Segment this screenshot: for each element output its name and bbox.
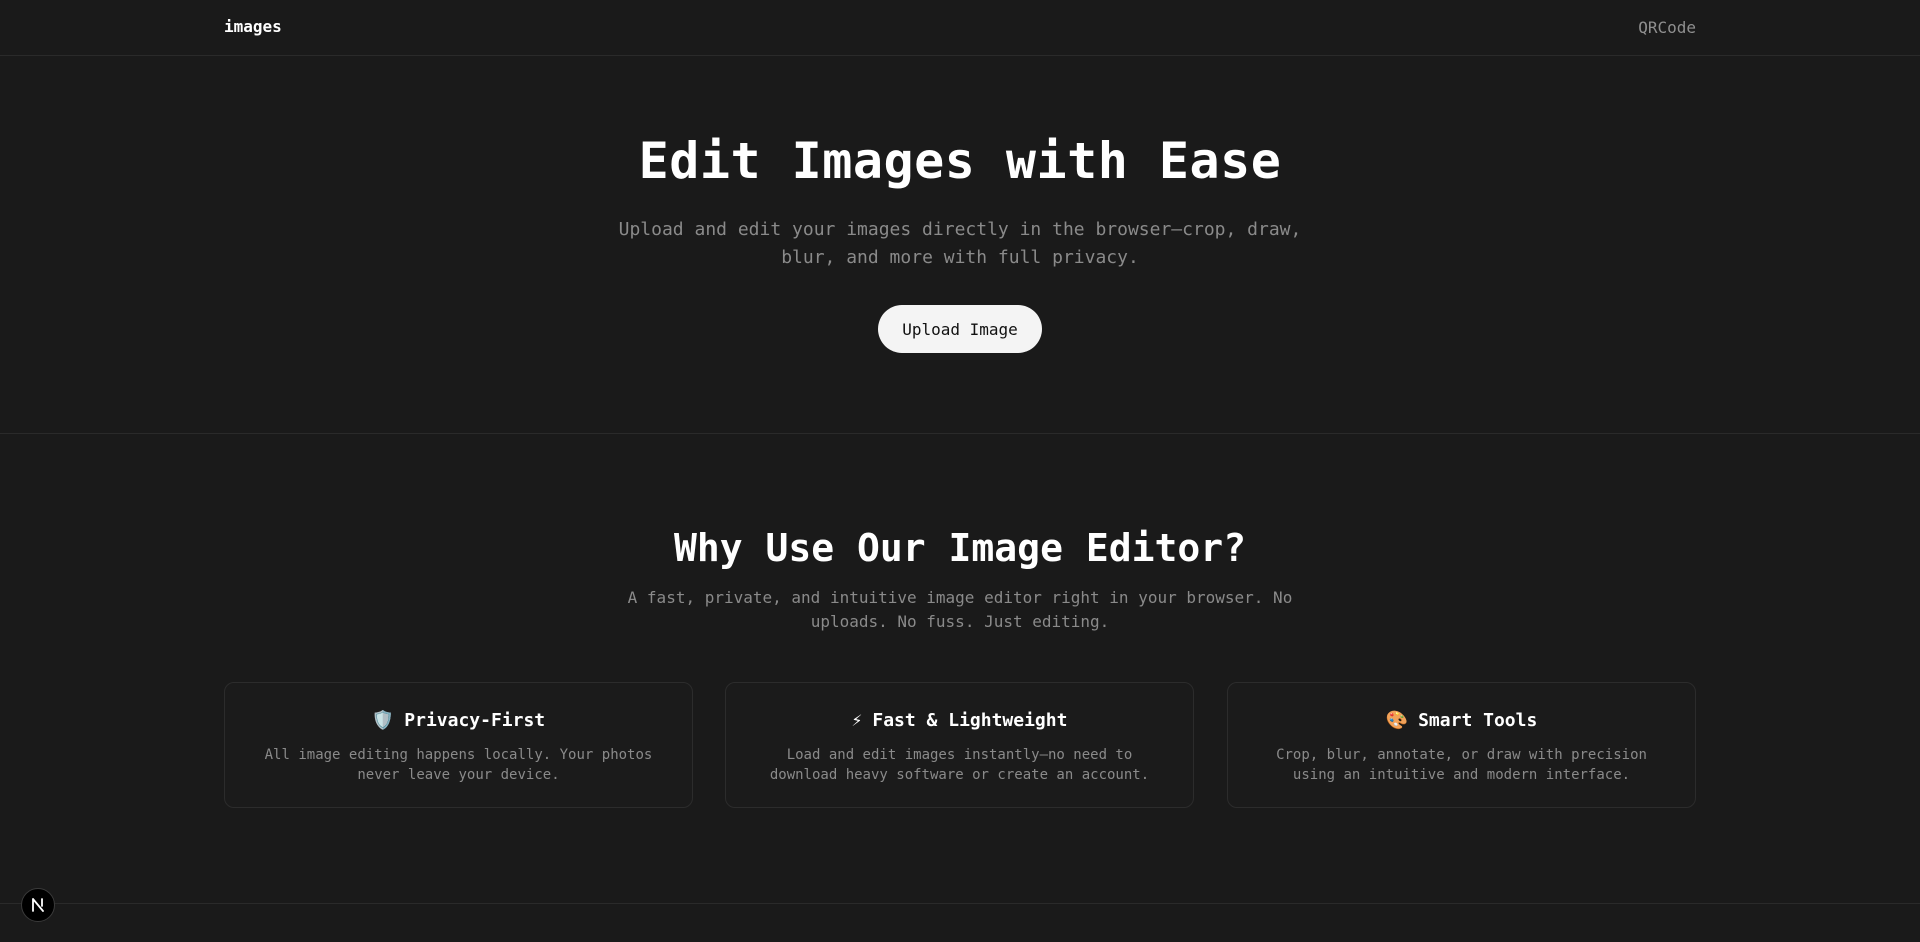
hero-title: Edit Images with Ease: [638, 132, 1282, 190]
hero-subtitle: Upload and edit your images directly in …: [618, 219, 1302, 268]
feature-card-description: Crop, blur, annotate, or draw with preci…: [1276, 747, 1647, 783]
top-navbar: images QRCode: [0, 0, 1920, 56]
features-subtitle: A fast, private, and intuitive image edi…: [627, 588, 1293, 631]
hero-section: Edit Images with Ease Upload and edit yo…: [0, 56, 1920, 434]
feature-card-fast: ⚡ Fast & Lightweight Load and edit images…: [725, 682, 1194, 808]
feature-card-tools: 🎨 Smart Tools Crop, blur, annotate, or dr…: [1227, 682, 1696, 808]
features-section: Why Use Our Image Editor? A fast, privat…: [0, 434, 1920, 904]
nextjs-dev-badge[interactable]: [21, 888, 55, 922]
feature-card-title-text: Smart Tools: [1418, 710, 1538, 731]
feature-card-title-text: Fast & Lightweight: [872, 710, 1068, 731]
nav-link-qrcode[interactable]: QRCode: [1638, 18, 1696, 37]
feature-card-title: ⚡ Fast & Lightweight: [726, 710, 1193, 731]
lightning-icon: ⚡: [851, 710, 863, 731]
features-title: Why Use Our Image Editor?: [674, 526, 1246, 570]
feature-card-title: 🛡️ Privacy-First: [225, 710, 692, 731]
nextjs-icon: [32, 898, 44, 912]
palette-icon: 🎨: [1385, 710, 1409, 731]
feature-card-title-text: Privacy-First: [404, 710, 546, 731]
upload-image-button[interactable]: Upload Image: [878, 305, 1042, 353]
feature-card-title: 🎨 Smart Tools: [1228, 710, 1695, 731]
feature-card-description: Load and edit images instantly—no need t…: [769, 747, 1150, 783]
shield-icon: 🛡️: [371, 710, 395, 731]
feature-card-privacy: 🛡️ Privacy-First All image editing happen…: [224, 682, 693, 808]
feature-card-description: All image editing happens locally. Your …: [264, 747, 653, 783]
brand-logo-link[interactable]: images: [224, 17, 282, 36]
